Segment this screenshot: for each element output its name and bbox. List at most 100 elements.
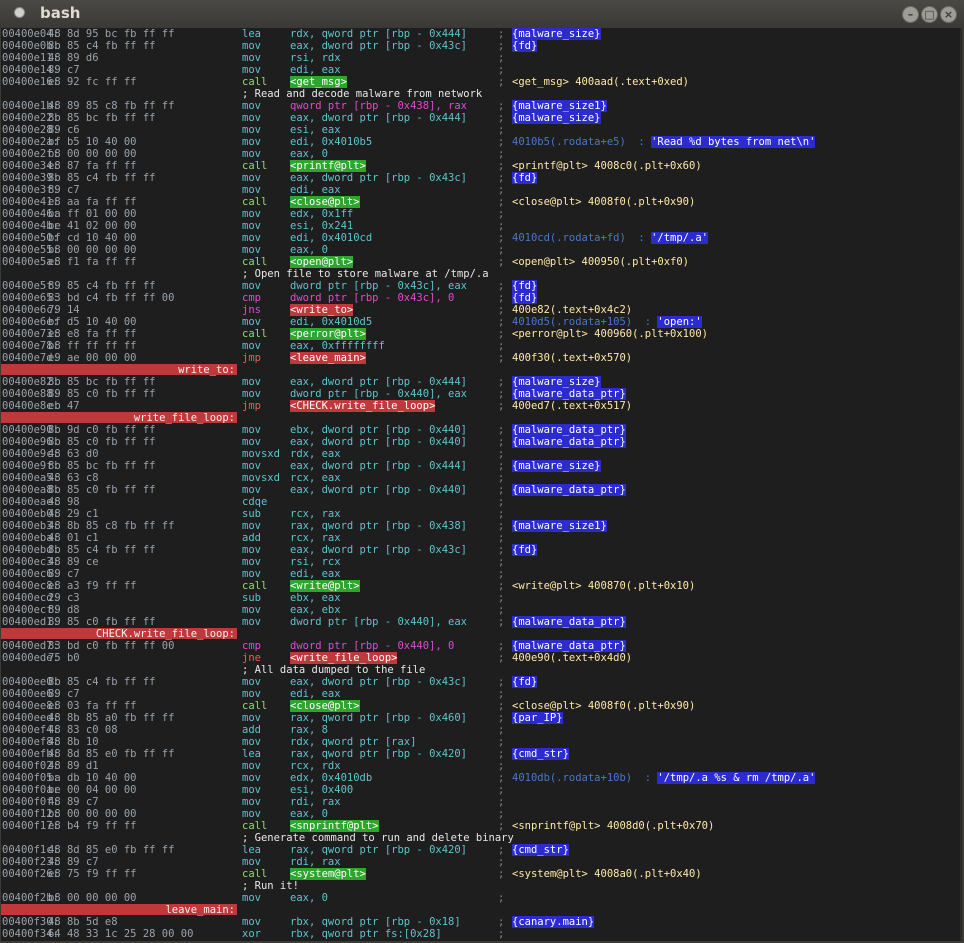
comment-separator: ; bbox=[498, 604, 505, 616]
annotation-part: {malware_data_ptr} bbox=[512, 640, 626, 652]
mnemonic: call bbox=[242, 580, 268, 592]
opcode-bytes: 89 c7 bbox=[48, 568, 80, 580]
comment-separator: ; bbox=[498, 616, 505, 628]
comment-separator: ; bbox=[498, 124, 505, 136]
comment-separator: ; bbox=[498, 472, 505, 484]
comment-separator: ; bbox=[498, 688, 505, 700]
opcode-bytes: eb 47 bbox=[48, 400, 80, 412]
operands: rax, qword ptr [rbp - 0x420] bbox=[290, 844, 468, 856]
operands: eax, dword ptr [rbp - 0x444] bbox=[290, 112, 468, 124]
annotation-part: 'open:' bbox=[657, 316, 702, 328]
disasm-line: 00400ef8: 48 8b 10 mov rdx, qword ptr [rax]… bbox=[1, 736, 962, 748]
operands: edi, eax bbox=[290, 568, 341, 580]
window-menu-icon[interactable] bbox=[14, 7, 25, 18]
annotation: 4010cd(.rodata+fd) : '/tmp/.a' bbox=[512, 232, 708, 244]
operands: <write@plt> bbox=[290, 580, 360, 592]
opcode-bytes: bf b5 10 40 00 bbox=[48, 136, 137, 148]
disasm-line: 00400e82: 8b 85 bc fb ff ff mov eax, dword … bbox=[1, 376, 962, 388]
operands: esi, eax bbox=[290, 124, 341, 136]
annotation: {malware_data_ptr} bbox=[512, 616, 626, 628]
mnemonic: mov bbox=[242, 172, 261, 184]
terminal-output[interactable]: 00400e04: 48 8d 95 bc fb ff ff lea rdx, qwo… bbox=[1, 28, 962, 941]
operands: ebx, eax bbox=[290, 592, 341, 604]
mnemonic: call bbox=[242, 196, 268, 208]
disasm-line: 00400e7d: e9 ae 00 00 00 jmp <leave_main>; 4… bbox=[1, 352, 962, 364]
disasm-line: 00400e46: ba ff 01 00 00 mov edx, 0x1ff; bbox=[1, 208, 962, 220]
opcode-bytes: 8b 85 c4 fb ff ff bbox=[48, 40, 156, 52]
mnemonic: call bbox=[242, 700, 268, 712]
annotation: {malware_data_ptr} bbox=[512, 640, 626, 652]
operands: <leave_main> bbox=[290, 352, 366, 364]
operands: eax, dword ptr [rbp - 0x444] bbox=[290, 376, 468, 388]
disasm-line: 00400ec8: e8 a3 f9 ff ff call <write@plt>; <… bbox=[1, 580, 962, 592]
code-label: write_to: bbox=[1, 364, 237, 376]
mnemonic: call bbox=[242, 328, 268, 340]
opcode-bytes: 8b 85 c4 fb ff ff bbox=[48, 676, 156, 688]
mnemonic: mov bbox=[242, 736, 261, 748]
operands: edi, 0x4010cd bbox=[290, 232, 373, 244]
comment-separator: ; bbox=[498, 724, 505, 736]
annotation: 4010d5(.rodata+105) : 'open:' bbox=[512, 316, 702, 328]
comment-line: ; Open file to store malware at /tmp/.a bbox=[1, 268, 962, 280]
annotation: 400ed7(.text+0x517) bbox=[512, 400, 632, 412]
opcode-bytes: 48 8b 85 a0 fb ff ff bbox=[48, 712, 175, 724]
opcode-bytes: 48 89 c7 bbox=[48, 856, 99, 868]
opcode-bytes: e8 03 fa ff ff bbox=[48, 700, 137, 712]
annotation: <snprintf@plt> 4008d0(.plt+0x70) bbox=[512, 820, 714, 832]
mnemonic: mov bbox=[242, 772, 261, 784]
comment-separator: ; bbox=[498, 292, 505, 304]
disasm-line: 00400ed7: 83 bd c0 fb ff ff 00 cmp dword pt… bbox=[1, 640, 962, 652]
comment-separator: ; bbox=[498, 748, 505, 760]
operands: edi, eax bbox=[290, 184, 341, 196]
comment-separator: ; bbox=[498, 160, 505, 172]
disasm-line: 00400e28: 89 c6 mov esi, eax; bbox=[1, 124, 962, 136]
operands: edi, eax bbox=[290, 64, 341, 76]
opcode-bytes: 89 d8 bbox=[48, 604, 80, 616]
operands: rcx, eax bbox=[290, 472, 341, 484]
operands: <printf@plt> bbox=[290, 160, 366, 172]
label-line: write_file_loop: bbox=[1, 412, 962, 424]
disasm-line: 00400eae: 48 98 cdqe; bbox=[1, 496, 962, 508]
disasm-line: 00400e14: 89 c7 mov edi, eax; bbox=[1, 64, 962, 76]
disasm-line: 00400ee0: 8b 85 c4 fb ff ff mov eax, dword … bbox=[1, 676, 962, 688]
disasm-line: 00400e16: e8 92 fc ff ff call <get_msg>; <ge… bbox=[1, 76, 962, 88]
operands: eax, dword ptr [rbp - 0x43c] bbox=[290, 172, 468, 184]
disasm-line: 00400e04: 48 8d 95 bc fb ff ff lea rdx, qwo… bbox=[1, 28, 962, 40]
annotation: {malware_size1} bbox=[512, 100, 607, 112]
annotation-part: {par_IP} bbox=[512, 712, 563, 724]
annotation: <close@plt> 4008f0(.plt+0x90) bbox=[512, 700, 695, 712]
disasm-line: 00400e88: 89 85 c0 fb ff ff mov dword ptr [… bbox=[1, 388, 962, 400]
opcode-bytes: 79 14 bbox=[48, 304, 80, 316]
mnemonic: jns bbox=[242, 304, 261, 316]
opcode-bytes: 48 98 bbox=[48, 496, 80, 508]
disasm-line: 00400eb3: 48 8b 85 c8 fb ff ff mov rax, qwo… bbox=[1, 520, 962, 532]
mnemonic: mov bbox=[242, 136, 261, 148]
disasm-line: 00400f2b: b8 00 00 00 00 mov eax, 0; bbox=[1, 892, 962, 904]
operands: rax, qword ptr [rbp - 0x460] bbox=[290, 712, 468, 724]
disasm-line: 00400e41: e8 aa fa ff ff call <close@plt>; <… bbox=[1, 196, 962, 208]
disasm-line: 00400e4b: be 41 02 00 00 mov esi, 0x241; bbox=[1, 220, 962, 232]
label-text: write_to: bbox=[178, 364, 235, 376]
comment-separator: ; bbox=[498, 220, 505, 232]
disasm-line: 00400e0b: 8b 85 c4 fb ff ff mov eax, dword … bbox=[1, 40, 962, 52]
mnemonic: mov bbox=[242, 64, 261, 76]
annotation: <open@plt> 400950(.plt+0xf0) bbox=[512, 256, 689, 268]
disasm-line: 00400e11: 48 89 d6 mov rsi, rdx; bbox=[1, 52, 962, 64]
annotation: {malware_size} bbox=[512, 376, 601, 388]
mnemonic: mov bbox=[242, 688, 261, 700]
operands: dword ptr [rbp - 0x440], 0 bbox=[290, 640, 455, 652]
mnemonic: mov bbox=[242, 616, 261, 628]
comment-separator: ; bbox=[498, 652, 505, 664]
annotation-part: {malware_size} bbox=[512, 376, 601, 388]
operands: eax, 0 bbox=[290, 148, 328, 160]
mnemonic: jne bbox=[242, 652, 261, 664]
maximize-button[interactable]: □ bbox=[921, 6, 938, 23]
opcode-bytes: 48 89 ce bbox=[48, 556, 99, 568]
annotation-part: '/tmp/.a %s & rm /tmp/.a' bbox=[657, 772, 816, 784]
minimize-button[interactable]: – bbox=[902, 6, 919, 23]
close-button[interactable]: × bbox=[940, 6, 957, 23]
opcode-bytes: 89 c7 bbox=[48, 64, 80, 76]
mnemonic: cmp bbox=[242, 640, 261, 652]
annotation-part: 4010b5(.rodata+e5) : bbox=[512, 136, 652, 148]
opcode-bytes: 48 89 d1 bbox=[48, 760, 99, 772]
